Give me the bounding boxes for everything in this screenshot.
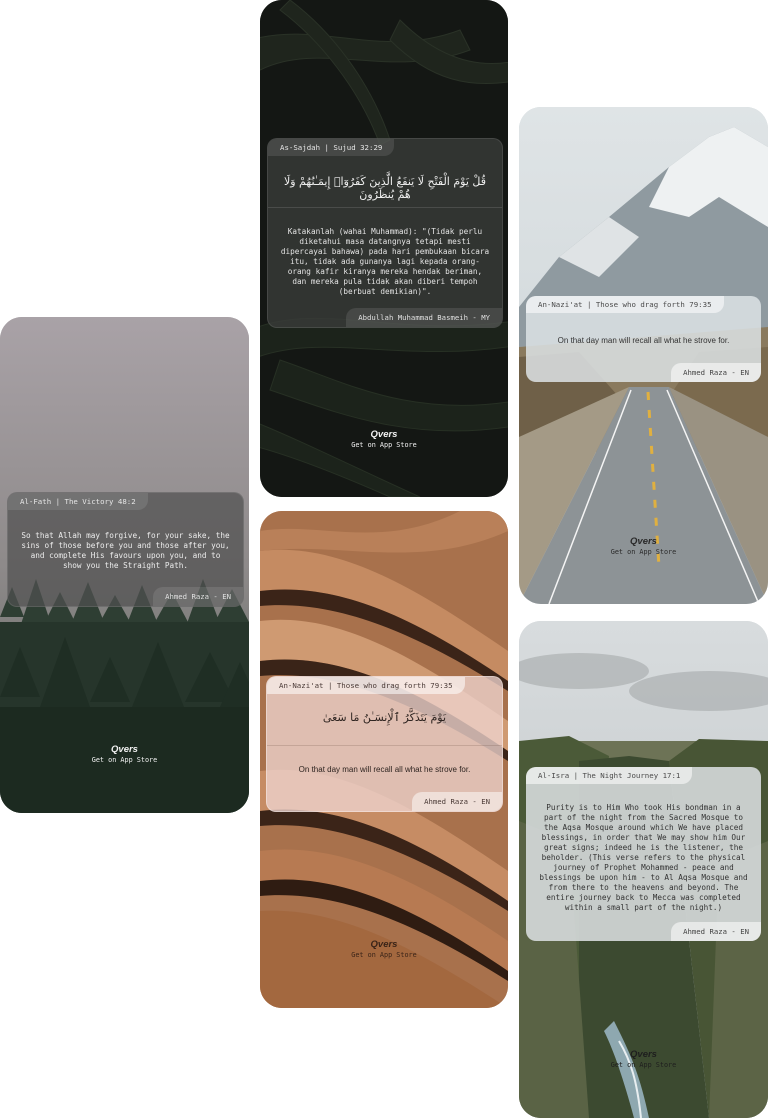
app-store-link[interactable]: Get on App Store [0,756,249,764]
verse-card: Al-Fath | The Victory 48:2 So that Allah… [7,492,244,607]
forest-card: Al-Fath | The Victory 48:2 So that Allah… [0,317,249,813]
brand-footer: Qvers Get on App Store [519,1049,768,1069]
brand-name: Qvers [370,429,398,440]
brand-name: Qvers [370,939,398,950]
verse-card: As-Sajdah | Sujud 32:29 قُلْ يَوْمَ الْف… [267,138,503,328]
fern-card: As-Sajdah | Sujud 32:29 قُلْ يَوْمَ الْف… [260,0,508,497]
arabic-verse: يَوْمَ يَتَذَكَّرُ ٱلْإِنسَـٰنُ مَا سَعَ… [322,711,447,724]
brand-footer: Qvers Get on App Store [0,744,249,764]
app-store-link[interactable]: Get on App Store [519,548,768,556]
app-store-link[interactable]: Get on App Store [260,441,508,449]
translation-text: Katakanlah (wahai Muhammad): "(Tidak per… [280,227,490,296]
surah-tag: Al-Isra | The Night Journey 17:1 [526,767,693,784]
translator-label: Abdullah Muhammad Basmeih - MY [346,308,502,327]
surah-tag: As-Sajdah | Sujud 32:29 [268,139,395,156]
brand-footer: Qvers Get on App Store [519,536,768,556]
surah-tag: An-Nazi'at | Those who drag forth 79:35 [526,296,724,313]
verse-card: An-Nazi'at | Those who drag forth 79:35 … [266,676,503,812]
translation-text: So that Allah may forgive, for your sake… [21,531,230,570]
surah-tag: An-Nazi'at | Those who drag forth 79:35 [267,677,465,694]
app-store-link[interactable]: Get on App Store [260,951,508,959]
divider [268,207,502,208]
translation-text: On that day man will recall all what he … [298,765,471,774]
translator-label: Ahmed Raza - EN [671,363,761,382]
translator-label: Ahmed Raza - EN [153,587,243,606]
verse-card: An-Nazi'at | Those who drag forth 79:35 … [526,296,761,382]
translation-text: Purity is to Him Who took His bondman in… [539,803,748,912]
app-store-link[interactable]: Get on App Store [519,1061,768,1069]
arabic-verse: قُلْ يَوْمَ الْفَتْحِ لَا يَنفَعُ الَّذِ… [283,175,487,201]
road-card: An-Nazi'at | Those who drag forth 79:35 … [519,107,768,604]
verse-card: Al-Isra | The Night Journey 17:1 Purity … [526,767,761,941]
brand-name: Qvers [111,744,138,755]
wood-card: An-Nazi'at | Those who drag forth 79:35 … [260,511,508,1008]
brand-name: Qvers [630,536,657,547]
divider [267,745,502,746]
surah-tag: Al-Fath | The Victory 48:2 [8,493,148,510]
canyon-card: Al-Isra | The Night Journey 17:1 Purity … [519,621,768,1118]
brand-footer: Qvers Get on App Store [260,939,508,959]
translator-label: Ahmed Raza - EN [412,792,502,811]
brand-footer: Qvers Get on App Store [260,429,508,449]
brand-name: Qvers [630,1049,657,1060]
translation-text: On that day man will recall all what he … [557,336,730,345]
translator-label: Ahmed Raza - EN [671,922,761,941]
